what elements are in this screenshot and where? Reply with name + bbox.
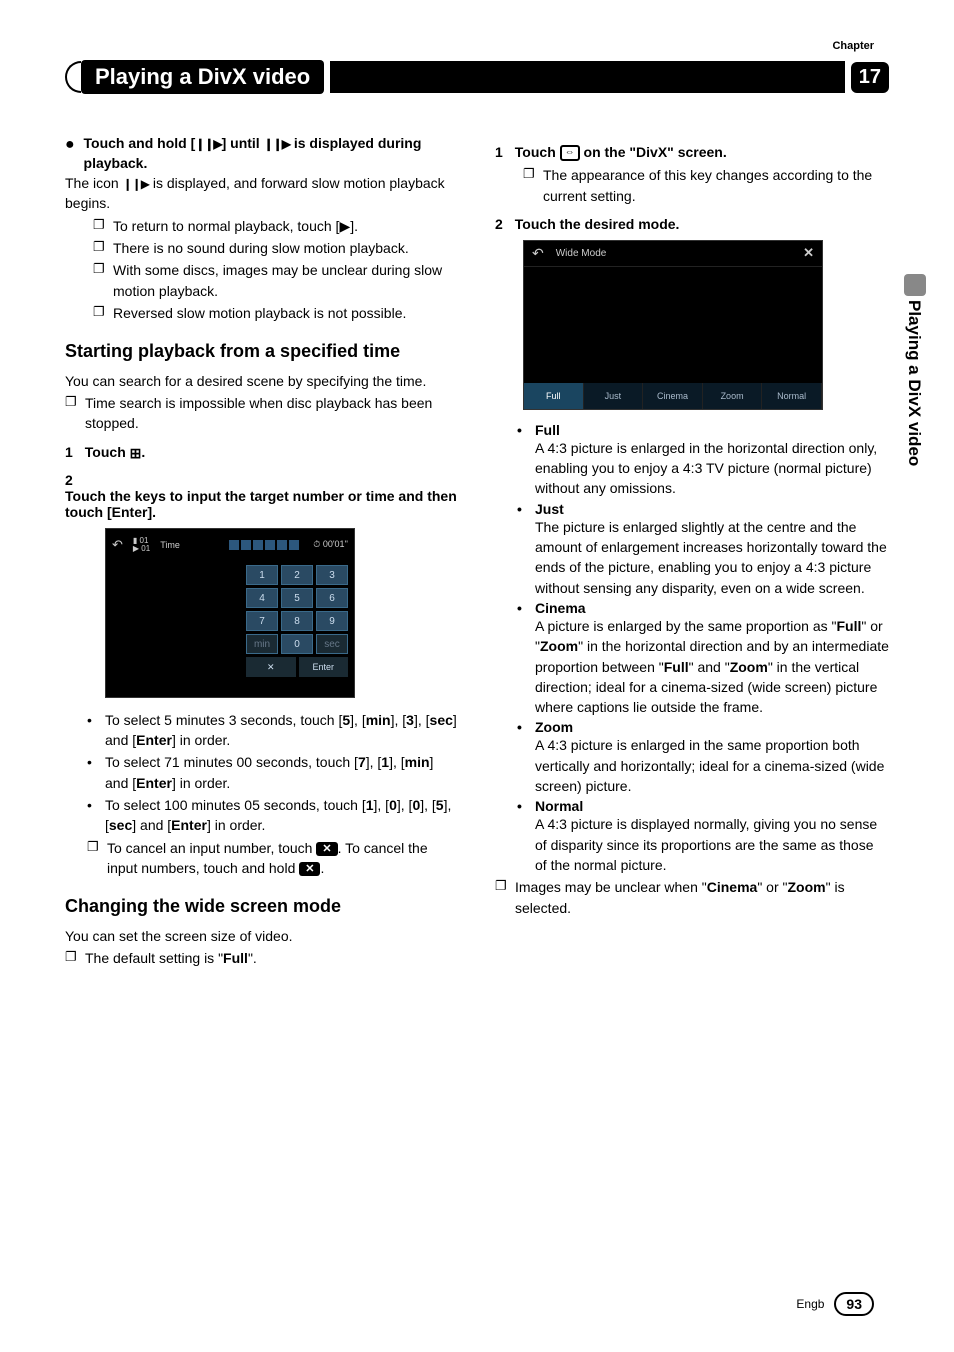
- key-5[interactable]: 5: [281, 588, 313, 608]
- note-item: ❐With some discs, images may be unclear …: [93, 260, 459, 301]
- tab-full[interactable]: Full: [524, 383, 584, 409]
- left-column: ● Touch and hold [❙❙▶] until ❙❙▶ is disp…: [65, 134, 459, 970]
- page-title: Playing a DivX video: [81, 60, 324, 94]
- step-1: 1 Touch ⇔ on the "DivX" screen.: [495, 144, 889, 161]
- cancel-icon: ✕: [316, 842, 337, 856]
- tab-normal[interactable]: Normal: [762, 383, 822, 409]
- mode-zoom: •Zoom A 4:3 picture is enlarged in the s…: [517, 719, 889, 796]
- pause-slow-icon: ❙❙▶: [123, 176, 149, 193]
- note-item: ❐Reversed slow motion playback is not po…: [93, 303, 459, 323]
- key-1[interactable]: 1: [246, 565, 278, 585]
- note-item: ❐To return to normal playback, touch [▶]…: [93, 216, 459, 236]
- body-text: You can set the screen size of video.: [65, 926, 459, 946]
- key-0[interactable]: 0: [281, 634, 313, 654]
- key-6[interactable]: 6: [316, 588, 348, 608]
- grid-icon: ⊞: [130, 445, 142, 462]
- key-2[interactable]: 2: [281, 565, 313, 585]
- chapter-label: Chapter: [832, 40, 874, 52]
- wide-mode-icon: ⇔: [560, 145, 580, 161]
- note-item: ❐Time search is impossible when disc pla…: [65, 393, 459, 434]
- key-min[interactable]: min: [246, 634, 278, 654]
- page-number: 93: [834, 1292, 874, 1316]
- body-text: You can search for a desired scene by sp…: [65, 371, 459, 391]
- example-item: • To select 100 minutes 05 seconds, touc…: [87, 795, 459, 836]
- heading-starting-playback: Starting playback from a specified time: [65, 341, 459, 363]
- note-item: ❐ Images may be unclear when "Cinema" or…: [495, 877, 889, 918]
- mode-just: •Just The picture is enlarged slightly a…: [517, 501, 889, 598]
- chapter-number-badge: 17: [851, 62, 889, 93]
- tab-zoom[interactable]: Zoom: [703, 383, 763, 409]
- text: Touch and hold [: [84, 135, 196, 151]
- step-2: 2 Touch the desired mode.: [495, 216, 889, 232]
- key-3[interactable]: 3: [316, 565, 348, 585]
- example-item: • To select 71 minutes 00 seconds, touch…: [87, 752, 459, 793]
- wide-mode-title: Wide Mode: [556, 248, 607, 259]
- note-item: ❐There is no sound during slow motion pl…: [93, 238, 459, 258]
- note-item: ❐ To cancel an input number, touch ✕. To…: [87, 838, 459, 879]
- heading-wide-screen-mode: Changing the wide screen mode: [65, 896, 459, 918]
- key-9[interactable]: 9: [316, 611, 348, 631]
- time-label: Time: [160, 540, 180, 550]
- timecode: ⏱ 00'01'': [313, 539, 348, 550]
- wide-mode-tabs: Full Just Cinema Zoom Normal: [524, 383, 822, 409]
- mode-full: •Full A 4:3 picture is enlarged in the h…: [517, 422, 889, 499]
- key-7[interactable]: 7: [246, 611, 278, 631]
- text: ] until: [222, 135, 264, 151]
- back-icon[interactable]: ↶: [532, 245, 544, 262]
- note-item: ❐ The default setting is "Full".: [65, 948, 459, 968]
- pause-slow-icon: ❙❙▶: [264, 136, 290, 153]
- cancel-icon: ✕: [299, 862, 320, 876]
- note-item: ❐ The appearance of this key changes acc…: [523, 165, 889, 206]
- close-icon[interactable]: ✕: [803, 245, 814, 261]
- mode-normal: •Normal A 4:3 picture is displayed norma…: [517, 798, 889, 875]
- example-item: • To select 5 minutes 3 seconds, touch […: [87, 710, 459, 751]
- key-sec[interactable]: sec: [316, 634, 348, 654]
- footer: Engb 93: [796, 1292, 874, 1316]
- footer-lang: Engb: [796, 1297, 824, 1311]
- side-tab-marker: [904, 274, 926, 296]
- lead-bullet: ● Touch and hold [❙❙▶] until ❙❙▶ is disp…: [65, 134, 459, 173]
- tab-just[interactable]: Just: [584, 383, 644, 409]
- screenshot-time-input: ↶ ▮ 01▶ 01 Time ⏱ 00'01'' 1 2 3 4 5 6 7 …: [105, 528, 355, 698]
- keypad: 1 2 3 4 5 6 7 8 9 min 0 sec ✕ Enter: [246, 565, 348, 677]
- title-bar: Playing a DivX video 17: [65, 60, 889, 94]
- screenshot-wide-mode: ↶ Wide Mode ✕ Full Just Cinema Zoom Norm…: [523, 240, 823, 410]
- step-2: 2 Touch the keys to input the target num…: [65, 472, 459, 520]
- key-cancel[interactable]: ✕: [246, 657, 296, 677]
- time-display: [229, 540, 299, 550]
- tab-cinema[interactable]: Cinema: [643, 383, 703, 409]
- key-4[interactable]: 4: [246, 588, 278, 608]
- back-icon[interactable]: ↶: [112, 537, 123, 553]
- track-indicator: ▮ 01▶ 01: [133, 537, 150, 553]
- pause-play-icon: ❙❙▶: [195, 136, 221, 153]
- step-1: 1 Touch ⊞.: [65, 444, 459, 462]
- right-column: 1 Touch ⇔ on the "DivX" screen. ❐ The ap…: [495, 134, 889, 970]
- key-8[interactable]: 8: [281, 611, 313, 631]
- key-enter[interactable]: Enter: [299, 657, 349, 677]
- mode-cinema: •Cinema A picture is enlarged by the sam…: [517, 600, 889, 717]
- side-tab-label: Playing a DivX video: [904, 300, 924, 466]
- body-text: The icon ❙❙▶ is displayed, and forward s…: [65, 173, 459, 214]
